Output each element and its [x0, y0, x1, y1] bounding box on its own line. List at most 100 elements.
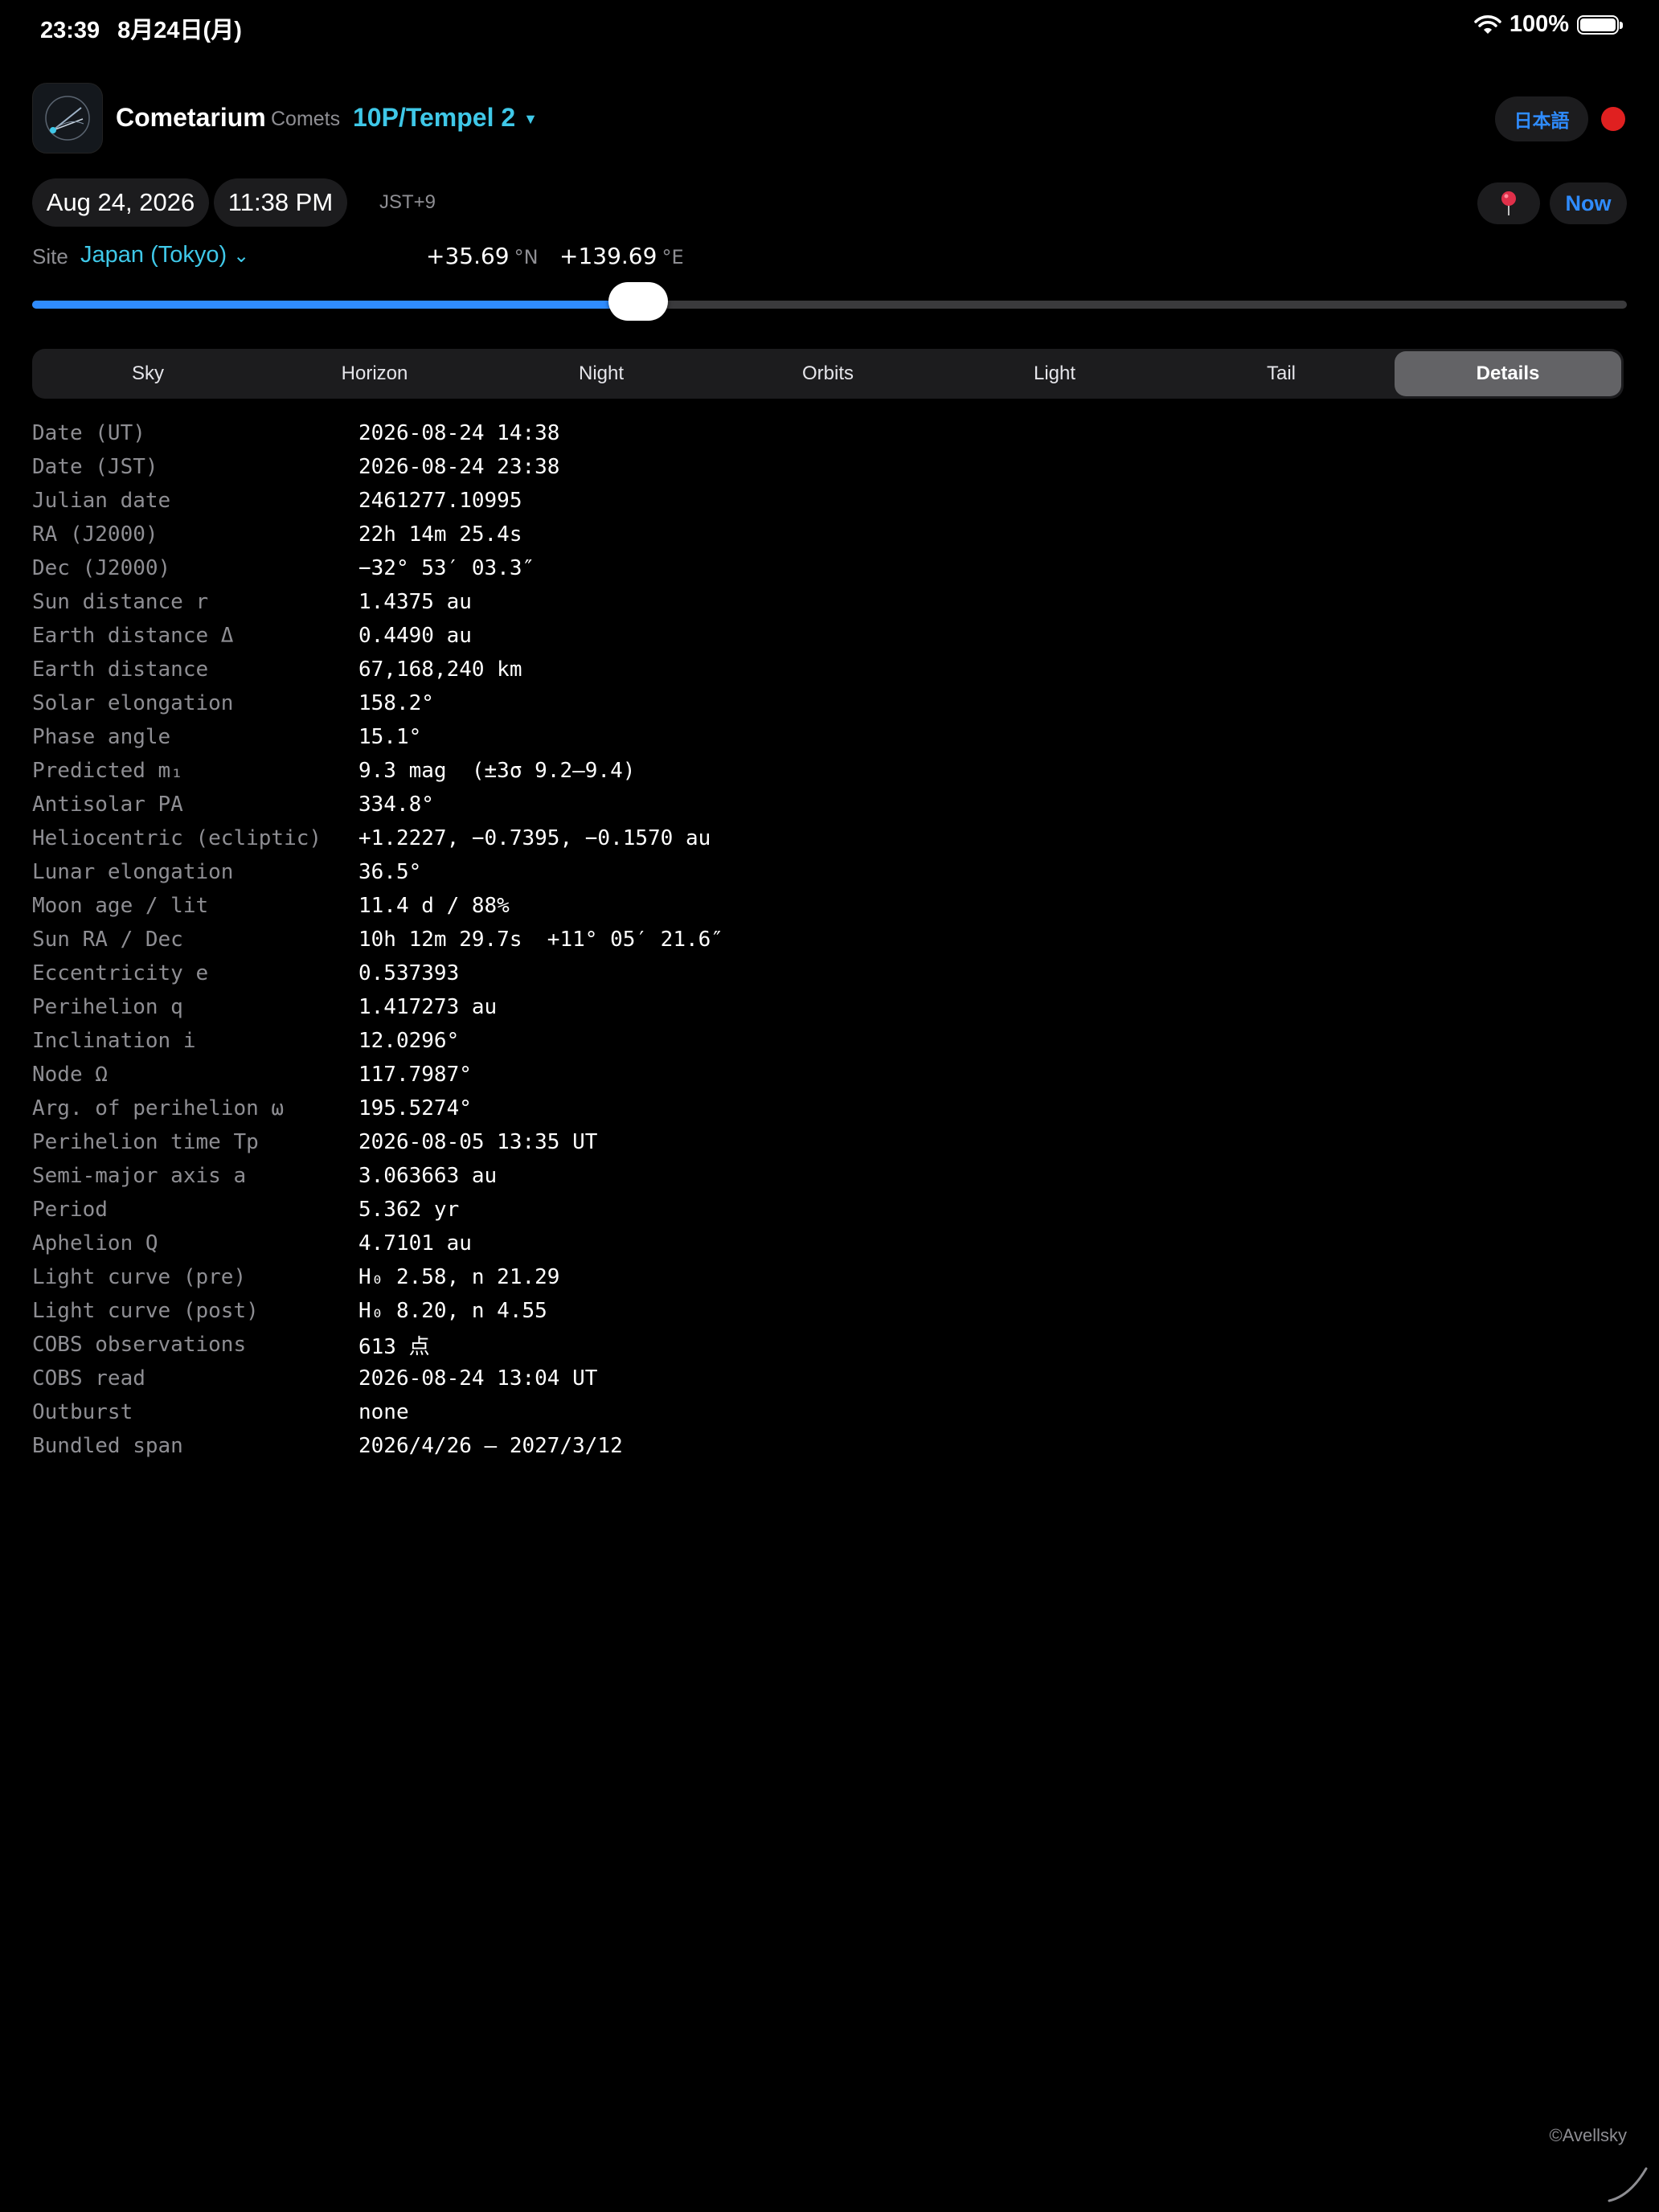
tab-night[interactable]: Night [488, 351, 715, 396]
record-indicator[interactable] [1601, 107, 1625, 131]
tab-sky[interactable]: Sky [35, 351, 261, 396]
language-button[interactable]: 日本語 [1495, 96, 1588, 141]
longitude: +139.69 °E [559, 243, 684, 269]
timezone-label: JST+9 [379, 191, 436, 213]
detail-value: 158.2° [358, 691, 434, 715]
detail-value: 9.3 mag (±3σ 9.2–9.4) [358, 759, 636, 783]
detail-key: Light curve (post) [32, 1299, 259, 1323]
detail-row: Bundled span 2026/4/26 – 2027/3/12 [32, 1429, 723, 1463]
detail-row: Arg. of perihelion ω 195.5274° [32, 1092, 723, 1125]
battery-icon [1577, 14, 1623, 35]
detail-value: 334.8° [358, 793, 434, 817]
detail-value: −32° 53′ 03.3″ [358, 556, 535, 580]
detail-row: Earth distance 67,168,240 km [32, 653, 723, 686]
detail-key: Perihelion time Tp [32, 1130, 259, 1154]
time-slider[interactable] [32, 282, 1627, 321]
tab-light[interactable]: Light [941, 351, 1168, 396]
wifi-icon [1474, 14, 1501, 34]
tab-tail[interactable]: Tail [1168, 351, 1395, 396]
detail-row: Light curve (post) H₀ 8.20, n 4.55 [32, 1294, 723, 1328]
detail-value: +1.2227, −0.7395, −0.1570 au [358, 826, 711, 850]
detail-value: 4.7101 au [358, 1231, 472, 1256]
detail-key: Period [32, 1198, 108, 1222]
resize-handle-icon[interactable] [1606, 2164, 1651, 2204]
details-list: Date (UT) 2026-08-24 14:38 Date (JST) 2026-… [32, 416, 723, 1463]
section-label: Comets [271, 108, 341, 130]
detail-row: COBS read 2026-08-24 13:04 UT [32, 1362, 723, 1395]
detail-key: Dec (J2000) [32, 556, 171, 580]
detail-row: Aphelion Q 4.7101 au [32, 1227, 723, 1260]
detail-value: 1.417273 au [358, 995, 498, 1019]
view-tabs: Sky Horizon Night Orbits Light Tail Deta… [32, 349, 1624, 399]
status-date: 8月24日(月) [117, 18, 242, 43]
detail-row: Phase angle 15.1° [32, 720, 723, 754]
detail-value: 2026-08-24 23:38 [358, 455, 560, 479]
detail-key: Lunar elongation [32, 860, 234, 884]
detail-value: 67,168,240 km [358, 657, 522, 682]
detail-value: 2461277.10995 [358, 489, 522, 513]
site-selector[interactable]: Japan (Tokyo) ⌄ [80, 242, 249, 268]
detail-value: 0.537393 [358, 961, 460, 985]
battery-percent: 100% [1509, 11, 1569, 37]
time-picker[interactable]: 11:38 PM [214, 178, 347, 227]
comet-selector[interactable]: 10P/Tempel 2 ▼ [353, 103, 538, 133]
tab-orbits[interactable]: Orbits [715, 351, 941, 396]
detail-row: COBS observations 613 点 [32, 1328, 723, 1362]
detail-value: 2026-08-05 13:35 UT [358, 1130, 598, 1154]
site-label: Site [32, 244, 68, 268]
latitude-value: +35.69 [426, 243, 510, 269]
time-slider-thumb[interactable] [608, 282, 668, 321]
caret-down-icon: ▼ [523, 111, 538, 128]
detail-key: Aphelion Q [32, 1231, 158, 1256]
chevron-down-icon: ⌄ [233, 245, 250, 267]
detail-row: Date (UT) 2026-08-24 14:38 [32, 416, 723, 450]
detail-row: Julian date 2461277.10995 [32, 484, 723, 518]
detail-row: Light curve (pre) H₀ 2.58, n 21.29 [32, 1260, 723, 1294]
detail-key: Arg. of perihelion ω [32, 1096, 285, 1120]
longitude-unit: °E [662, 246, 684, 268]
detail-value: 36.5° [358, 860, 422, 884]
date-picker[interactable]: Aug 24, 2026 [32, 178, 209, 227]
app-icon[interactable] [32, 83, 103, 154]
detail-key: COBS read [32, 1366, 145, 1391]
detail-key: Sun distance r [32, 590, 209, 614]
detail-row: Solar elongation 158.2° [32, 686, 723, 720]
detail-key: Predicted m₁ [32, 759, 183, 783]
detail-key: Phase angle [32, 725, 171, 749]
tab-details[interactable]: Details [1395, 351, 1621, 396]
detail-key: Date (JST) [32, 455, 158, 479]
detail-key: Sun RA / Dec [32, 928, 183, 952]
comet-logo-icon [45, 96, 90, 141]
now-button[interactable]: Now [1550, 182, 1627, 224]
detail-key: Earth distance [32, 657, 209, 682]
detail-row: Inclination i 12.0296° [32, 1024, 723, 1058]
latitude-unit: °N [514, 246, 539, 268]
detail-row: Heliocentric (ecliptic) +1.2227, −0.7395,… [32, 821, 723, 855]
comet-name: 10P/Tempel 2 [353, 103, 516, 132]
detail-key: Solar elongation [32, 691, 234, 715]
detail-key: Julian date [32, 489, 171, 513]
detail-row: Predicted m₁ 9.3 mag (±3σ 9.2–9.4) [32, 754, 723, 788]
detail-value: 5.362 yr [358, 1198, 460, 1222]
detail-value: 2026-08-24 13:04 UT [358, 1366, 598, 1391]
detail-key: Antisolar PA [32, 793, 183, 817]
detail-value: 22h 14m 25.4s [358, 522, 522, 547]
detail-row: Sun distance r 1.4375 au [32, 585, 723, 619]
detail-row: Sun RA / Dec 10h 12m 29.7s +11° 05′ 21.6″ [32, 923, 723, 956]
tab-horizon[interactable]: Horizon [261, 351, 488, 396]
pin-icon [1501, 191, 1516, 215]
location-button[interactable] [1477, 182, 1540, 224]
app-title: Cometarium [116, 103, 266, 132]
detail-value: 12.0296° [358, 1029, 460, 1053]
detail-value: 195.5274° [358, 1096, 472, 1120]
detail-value: 10h 12m 29.7s +11° 05′ 21.6″ [358, 928, 723, 952]
detail-key: RA (J2000) [32, 522, 158, 547]
detail-row: Period 5.362 yr [32, 1193, 723, 1227]
detail-value: 3.063663 au [358, 1164, 498, 1188]
detail-value: 15.1° [358, 725, 422, 749]
longitude-value: +139.69 [559, 243, 657, 269]
time-slider-fill [32, 301, 638, 309]
detail-row: Antisolar PA 334.8° [32, 788, 723, 821]
copyright: ©Avellsky [1549, 2125, 1628, 2145]
detail-key: Date (UT) [32, 421, 145, 445]
